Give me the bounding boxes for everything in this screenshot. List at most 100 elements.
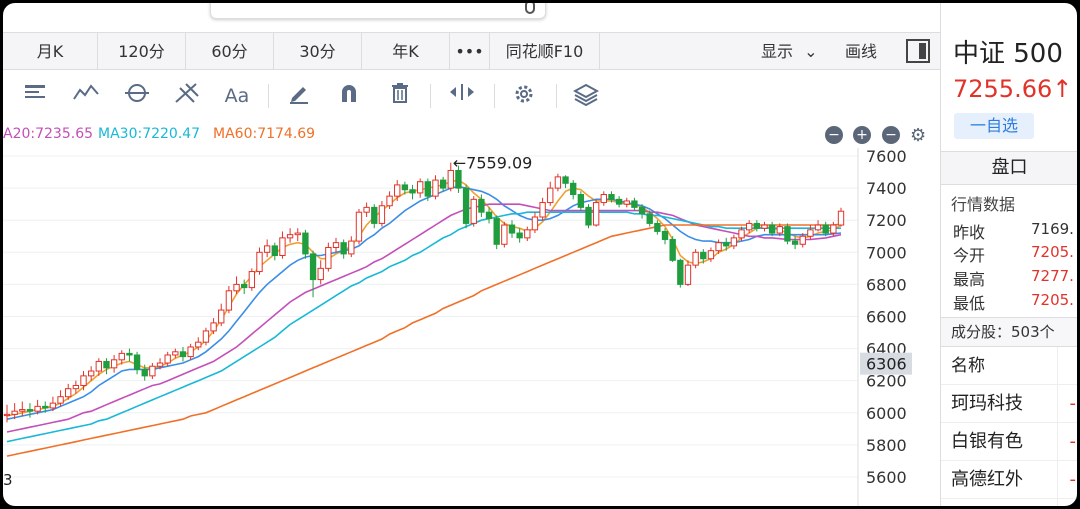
candle-body [179, 351, 187, 358]
chevron-down-icon: ⌄ [804, 42, 818, 61]
candle-body [646, 213, 653, 224]
candle-body [286, 234, 294, 239]
f10-button[interactable]: 同花顺F10 [490, 33, 600, 70]
kline-chart[interactable]: 5600580060006200640066006800700072007400… [3, 148, 940, 506]
candle-body [363, 206, 370, 213]
candle-body [791, 240, 799, 245]
x-left-label: 3 [3, 471, 13, 489]
candle-body [394, 184, 401, 197]
candle-body [524, 229, 531, 239]
candle-body [294, 232, 301, 236]
candle-body [654, 222, 661, 232]
candle-body [715, 242, 722, 252]
candle-body [279, 237, 286, 257]
candle-body [233, 283, 240, 292]
period-30min[interactable]: 30分 [274, 33, 362, 70]
candle-body [501, 224, 508, 245]
candle-body [439, 179, 447, 189]
collapse-icon[interactable]: − [882, 126, 900, 144]
high-value: 7277. [1031, 267, 1074, 285]
zoom-in-icon[interactable]: + [853, 126, 871, 144]
candle-body [95, 360, 102, 372]
candle-body [493, 218, 500, 245]
display-menu[interactable]: 显示 ⌄ [761, 33, 818, 70]
draw-line-button[interactable]: 画线 [845, 33, 877, 70]
ma20-label: A20:7235.65 [3, 126, 94, 142]
candle-body [738, 229, 745, 239]
candle-body [547, 187, 554, 204]
y-tick-label: 7600 [866, 148, 907, 166]
constituents-count[interactable]: 成分股：503个 [941, 317, 1077, 347]
period-120min[interactable]: 120分 [98, 33, 186, 70]
candle-body [126, 352, 133, 356]
trash-icon[interactable] [384, 82, 416, 110]
y-tick-label: 5600 [866, 468, 907, 487]
settings-icon[interactable] [508, 82, 540, 110]
candle-body [302, 232, 309, 255]
chart-settings-icon[interactable]: ⚙ [910, 125, 926, 146]
drawing-toolbar: Aa [3, 70, 940, 122]
stock-item-name: 高德红外 [951, 469, 1023, 490]
more-periods-button[interactable]: ••• [450, 33, 490, 70]
candle-body [608, 194, 615, 200]
candle-body [371, 206, 378, 224]
candle-body [149, 365, 156, 377]
tab-pankou[interactable]: 盘口 [941, 151, 1077, 185]
candle-body [164, 354, 171, 364]
line-draw-icon[interactable] [71, 82, 103, 110]
candle-body [730, 237, 738, 247]
change-indicator: - [1069, 431, 1077, 452]
candle-body [554, 176, 562, 189]
candle-body [814, 224, 822, 231]
stock-name: 中证 500 [953, 39, 1063, 69]
indicator-icon[interactable] [20, 82, 52, 110]
fit-icon[interactable] [446, 82, 478, 110]
period-60min[interactable]: 60分 [186, 33, 274, 70]
sidebar-toggle-icon[interactable] [906, 39, 930, 63]
candle-body [531, 216, 539, 231]
candle-body [470, 198, 477, 224]
high-label: 最高 [953, 270, 986, 289]
candle-body [202, 330, 210, 343]
zoom-out-icon[interactable]: − [825, 126, 843, 144]
candle-body [3, 413, 11, 417]
candle-body [631, 200, 638, 208]
candle-body [784, 226, 791, 242]
candle-body [256, 251, 263, 273]
candle-body [692, 251, 699, 266]
candle-body [241, 283, 248, 289]
candle-body [57, 396, 64, 404]
cycle-icon[interactable] [121, 82, 153, 110]
candle-body [462, 187, 470, 224]
period-year[interactable]: 年K [362, 33, 450, 70]
ma30-label: MA30:7220.47 [98, 126, 201, 142]
candle-body [65, 388, 72, 398]
candle-body [677, 259, 684, 285]
ma-line-ma10 [6, 185, 842, 420]
add-watchlist-button[interactable]: 一自选 [954, 113, 1034, 139]
period-month[interactable]: 月K [3, 33, 98, 70]
candle-body [42, 405, 49, 409]
candle-body [332, 242, 340, 248]
low-value: 7205. [1031, 291, 1074, 309]
open-label: 今开 [953, 246, 986, 265]
candle-body [348, 240, 355, 255]
pen-icon[interactable] [283, 82, 315, 110]
font-icon[interactable]: Aa [221, 82, 253, 110]
candle-body [156, 362, 164, 367]
layers-icon[interactable] [570, 82, 602, 110]
toolbar-divider [556, 84, 557, 108]
candle-body [133, 354, 141, 370]
fork-icon[interactable] [171, 82, 203, 110]
y-tick-label: 5800 [866, 436, 907, 455]
toolbar-divider [268, 84, 269, 108]
candle-body [187, 346, 194, 358]
candle-body [49, 402, 57, 409]
candle-body [317, 267, 324, 281]
candle-body [768, 224, 776, 234]
magnet-icon[interactable] [333, 82, 365, 110]
candle-body [103, 360, 110, 369]
candle-body [707, 250, 715, 260]
y-tick-label: 6000 [866, 404, 907, 423]
candle-body [309, 253, 317, 281]
